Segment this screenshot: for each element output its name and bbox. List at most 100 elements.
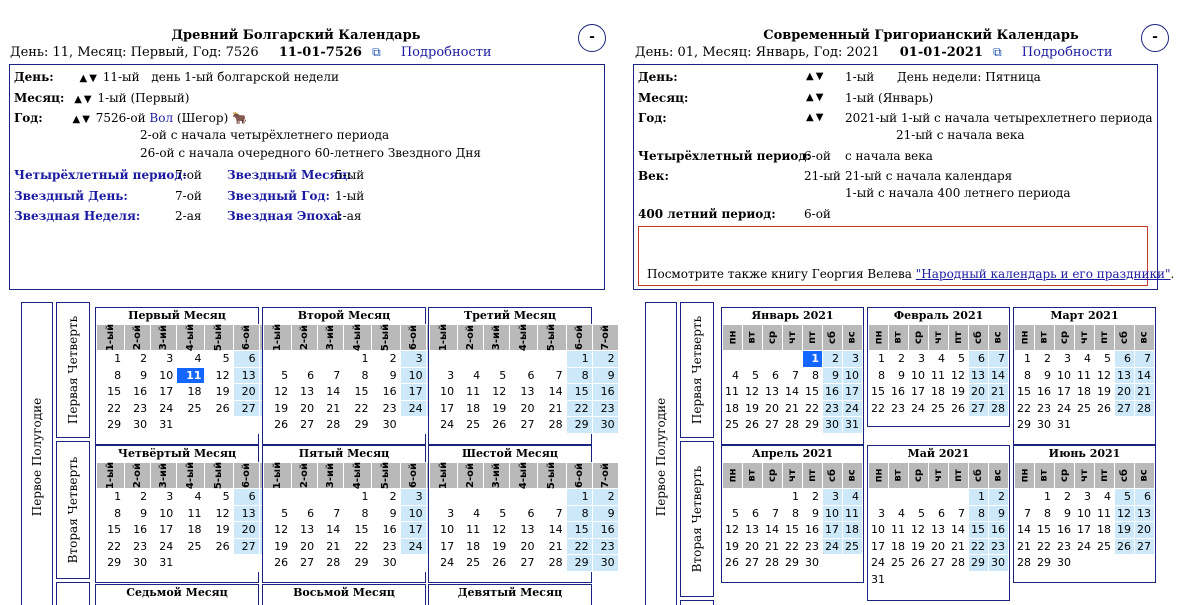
day-cell[interactable]: 21 <box>988 383 1009 401</box>
day-cell[interactable]: 6 <box>291 366 319 384</box>
day-cell[interactable]: 13 <box>291 521 319 539</box>
day-cell[interactable]: 8 <box>1014 366 1035 384</box>
day-cell[interactable]: 8 <box>1034 504 1055 522</box>
day-cell[interactable]: 28 <box>782 416 803 434</box>
day-cell[interactable]: 6 <box>1134 488 1155 506</box>
day-cell[interactable]: 8 <box>782 504 803 522</box>
day-cell[interactable]: 1 <box>868 350 889 368</box>
day-cell[interactable]: 20 <box>291 537 319 555</box>
day-cell[interactable]: 13 <box>291 383 319 401</box>
day-cell[interactable]: 26 <box>204 399 234 417</box>
day-cell[interactable]: 10 <box>428 383 459 401</box>
day-cell[interactable]: 20 <box>232 521 260 539</box>
day-cell[interactable]: 22 <box>782 537 803 555</box>
day-cell[interactable]: 2 <box>371 488 401 506</box>
day-cell[interactable]: 16 <box>591 521 619 539</box>
day-cell[interactable]: 28 <box>988 399 1009 417</box>
day-cell[interactable]: 22 <box>343 537 373 555</box>
day-cell[interactable]: 16 <box>371 383 401 401</box>
day-cell[interactable]: 16 <box>591 383 619 401</box>
day-cell[interactable]: 30 <box>371 416 401 434</box>
day-cell[interactable]: 5 <box>204 350 234 368</box>
day-cell[interactable]: 31 <box>150 554 178 572</box>
day-cell[interactable]: 3 <box>842 350 863 368</box>
day-cell[interactable]: 18 <box>1074 383 1095 401</box>
day-cell[interactable]: 30 <box>988 554 1009 572</box>
day-cell[interactable]: 22 <box>565 537 593 555</box>
day-cell[interactable]: 12 <box>483 383 511 401</box>
day-cell[interactable]: 2 <box>124 488 152 506</box>
day-cell[interactable]: 2 <box>822 350 843 368</box>
day-cell[interactable]: 10 <box>150 366 178 384</box>
day-cell[interactable]: 26 <box>742 416 763 434</box>
day-cell[interactable]: 28 <box>1014 554 1035 572</box>
day-cell[interactable]: 25 <box>457 554 485 572</box>
day-cell[interactable]: 9 <box>124 504 152 522</box>
day-cell[interactable]: 8 <box>95 366 126 384</box>
day-cell[interactable]: 13 <box>742 521 763 539</box>
day-cell[interactable]: 19 <box>742 399 763 417</box>
day-cell[interactable]: 4 <box>722 366 743 384</box>
day-cell[interactable]: 13 <box>509 383 539 401</box>
day-cell[interactable]: 22 <box>95 537 126 555</box>
day-cell[interactable]: 8 <box>968 504 989 522</box>
day-cell[interactable]: 13 <box>968 366 989 384</box>
day-cell[interactable]: 23 <box>1034 399 1055 417</box>
day-cell[interactable]: 6 <box>742 504 763 522</box>
day-cell[interactable]: 10 <box>428 521 459 539</box>
day-cell[interactable]: 1 <box>95 350 126 368</box>
day-cell[interactable]: 22 <box>343 399 373 417</box>
day-cell[interactable]: 5 <box>1114 488 1135 506</box>
day-cell[interactable]: 16 <box>802 521 823 539</box>
day-cell[interactable]: 5 <box>262 366 293 384</box>
day-cell[interactable]: 3 <box>1074 488 1095 506</box>
day-cell[interactable]: 15 <box>565 383 593 401</box>
day-cell[interactable]: 23 <box>124 537 152 555</box>
day-cell[interactable]: 20 <box>291 399 319 417</box>
day-cell[interactable]: 8 <box>95 504 126 522</box>
day-cell[interactable]: 5 <box>1094 350 1115 368</box>
day-cell[interactable]: 2 <box>591 488 619 506</box>
day-cell[interactable]: 28 <box>537 416 567 434</box>
day-cell[interactable]: 17 <box>428 399 459 417</box>
day-cell[interactable]: 26 <box>948 399 969 417</box>
day-cell[interactable]: 29 <box>565 416 593 434</box>
day-cell[interactable]: 21 <box>317 399 345 417</box>
day-cell[interactable]: 11 <box>457 383 485 401</box>
day-cell[interactable]: 3 <box>428 366 459 384</box>
day-cell[interactable]: 1 <box>565 350 593 368</box>
day-cell[interactable]: 9 <box>1054 504 1075 522</box>
day-cell[interactable]: 26 <box>483 416 511 434</box>
day-cell[interactable]: 21 <box>537 537 567 555</box>
day-cell[interactable]: 26 <box>722 554 743 572</box>
day-cell[interactable]: 25 <box>722 416 743 434</box>
day-cell[interactable]: 4 <box>457 366 485 384</box>
day-cell[interactable]: 16 <box>371 521 401 539</box>
day-cell[interactable]: 9 <box>371 366 401 384</box>
day-cell[interactable]: 4 <box>1094 488 1115 506</box>
day-cell[interactable]: 1 <box>1034 488 1055 506</box>
day-cell[interactable]: 2 <box>591 350 619 368</box>
day-cell[interactable]: 29 <box>343 416 373 434</box>
day-cell[interactable]: 22 <box>95 399 126 417</box>
day-cell[interactable]: 24 <box>428 554 459 572</box>
day-cell[interactable]: 17 <box>150 521 178 539</box>
day-cell[interactable]: 2 <box>371 350 401 368</box>
day-cell[interactable]: 30 <box>1034 416 1055 434</box>
day-cell[interactable]: 16 <box>822 383 843 401</box>
day-cell[interactable]: 18 <box>928 383 949 401</box>
day-cell[interactable]: 29 <box>968 554 989 572</box>
month-stepper-arrows[interactable]: ▲▼ <box>74 94 93 105</box>
day-cell[interactable]: 24 <box>428 416 459 434</box>
day-cell[interactable]: 26 <box>262 554 293 572</box>
day-cell[interactable]: 21 <box>948 537 969 555</box>
day-cell[interactable]: 11 <box>842 504 863 522</box>
day-cell[interactable]: 24 <box>399 537 427 555</box>
day-cell[interactable]: 30 <box>124 416 152 434</box>
day-cell[interactable]: 7 <box>1134 350 1155 368</box>
day-cell[interactable]: 14 <box>782 383 803 401</box>
day-cell[interactable]: 6 <box>509 504 539 522</box>
day-cell[interactable]: 19 <box>948 383 969 401</box>
day-cell[interactable]: 12 <box>204 504 234 522</box>
day-cell[interactable]: 27 <box>232 399 260 417</box>
